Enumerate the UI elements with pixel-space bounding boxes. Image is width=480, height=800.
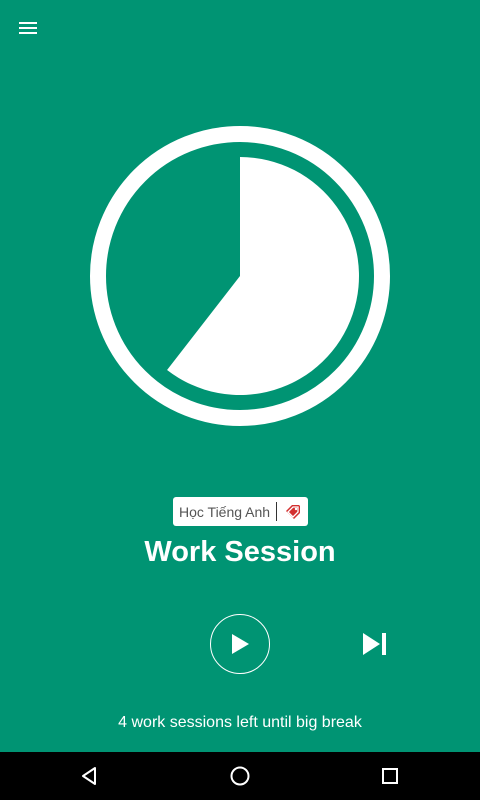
sessions-left-text: 4 work sessions left until big break [118,714,362,731]
home-circle-icon [230,766,250,786]
tag-icon [282,501,304,523]
chip-divider [276,502,278,521]
recents-square-icon [382,768,398,784]
app-screen: Học Tiếng Anh Work Session 4 work sessio… [0,0,480,752]
timer-remaining-wedge [167,157,359,396]
play-icon [232,634,249,654]
play-button[interactable] [210,614,270,674]
skip-button[interactable] [355,624,395,664]
system-navigation-bar [0,752,480,800]
session-title: Work Session [144,536,336,568]
nav-back-button[interactable] [60,756,120,796]
timer-dial[interactable] [90,126,390,426]
hamburger-menu-icon [19,22,37,34]
session-label-chip[interactable]: Học Tiếng Anh [173,497,308,526]
menu-button[interactable] [8,8,48,48]
skip-next-icon [363,633,386,655]
back-triangle-icon [82,767,96,785]
nav-home-button[interactable] [210,756,270,796]
session-label-text: Học Tiếng Anh [179,503,271,520]
nav-recents-button[interactable] [360,756,420,796]
